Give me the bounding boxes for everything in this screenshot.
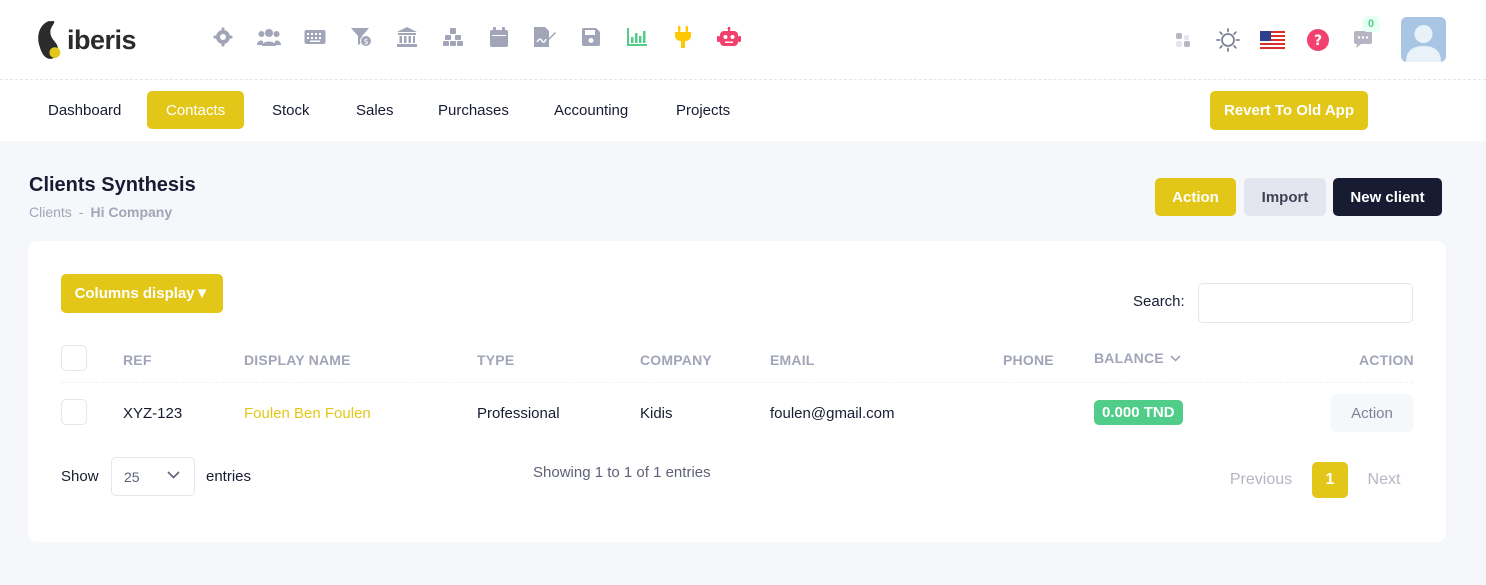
- save-icon: [582, 28, 600, 46]
- page-title: Clients Synthesis: [29, 174, 196, 196]
- brand-name: iberis: [66, 24, 137, 55]
- column-header-balance[interactable]: BALANCE: [1094, 350, 1181, 366]
- language-selector[interactable]: [1250, 16, 1295, 64]
- integrations-tool[interactable]: [660, 22, 706, 52]
- iberis-logo-icon: [38, 21, 61, 59]
- cell-ref: XYZ-123: [123, 405, 183, 422]
- column-header-email[interactable]: EMAIL: [770, 352, 815, 368]
- apps-button[interactable]: [1160, 16, 1205, 64]
- chevron-down-icon: [167, 471, 180, 479]
- svg-text:?: ?: [1313, 33, 1321, 49]
- plug-icon: [675, 26, 691, 48]
- messages-button[interactable]: 0: [1340, 16, 1385, 64]
- row-checkbox[interactable]: [61, 399, 87, 425]
- svg-text:$: $: [363, 37, 368, 46]
- reports-tool[interactable]: [614, 22, 660, 52]
- contacts-tool[interactable]: [246, 22, 292, 52]
- file-signature-icon: [534, 27, 556, 47]
- page-length-value: 25: [124, 468, 140, 485]
- column-header-phone[interactable]: PHONE: [1003, 352, 1054, 368]
- pagination-page-1[interactable]: 1: [1312, 462, 1348, 498]
- breadcrumb-item-clients[interactable]: Clients: [29, 204, 72, 220]
- app-toolbar: $: [200, 22, 752, 52]
- documents-tool[interactable]: [522, 22, 568, 52]
- keyboard-icon: [304, 30, 326, 44]
- column-header-display-name[interactable]: DISPLAY NAME: [244, 352, 351, 368]
- chart-icon: [627, 28, 647, 46]
- sort-chevron-down-icon: [1170, 354, 1181, 362]
- table-info-text: Showing 1 to 1 of 1 entries: [533, 464, 711, 481]
- sun-icon: [1215, 28, 1240, 52]
- search-input[interactable]: [1198, 283, 1413, 323]
- header-divider: [61, 382, 1413, 383]
- keyboard-tool[interactable]: [292, 22, 338, 52]
- us-flag-icon: [1260, 31, 1285, 49]
- menu-item-sales[interactable]: Sales: [337, 91, 413, 129]
- finance-tool[interactable]: $: [338, 22, 384, 52]
- breadcrumb-item-company: Hi Company: [90, 204, 173, 220]
- show-label: Show: [61, 468, 99, 485]
- user-silhouette-icon: [1401, 17, 1446, 62]
- balance-header-label: BALANCE: [1094, 350, 1164, 366]
- save-tool[interactable]: [568, 22, 614, 52]
- chat-icon: [1353, 31, 1372, 48]
- menu-item-accounting[interactable]: Accounting: [535, 91, 647, 129]
- bank-icon: [397, 27, 417, 47]
- cell-balance-badge: 0.000 TND: [1094, 400, 1183, 425]
- top-header: iberis $ ? 0: [0, 0, 1486, 80]
- brand-logo[interactable]: iberis: [36, 16, 137, 64]
- apps-grid-icon: [1175, 33, 1190, 47]
- boxes-icon: [443, 28, 463, 46]
- stock-tool[interactable]: [430, 22, 476, 52]
- cell-company: Kidis: [640, 405, 673, 422]
- cell-type: Professional: [477, 405, 560, 422]
- page-length-select[interactable]: 25: [111, 457, 195, 496]
- search-label: Search:: [1133, 293, 1185, 310]
- column-header-action: ACTION: [1359, 352, 1414, 368]
- header-actions: ? 0: [1160, 16, 1385, 64]
- page-action-button[interactable]: Action: [1155, 178, 1236, 216]
- settings-tool[interactable]: [200, 22, 246, 52]
- cell-display-name-link[interactable]: Foulen Ben Foulen: [244, 405, 371, 422]
- row-action-button[interactable]: Action: [1331, 394, 1413, 432]
- entries-label: entries: [206, 468, 252, 485]
- column-header-ref[interactable]: REF: [123, 352, 152, 368]
- cell-email: foulen@gmail.com: [770, 405, 895, 422]
- column-header-company[interactable]: COMPANY: [640, 352, 712, 368]
- help-button[interactable]: ?: [1295, 16, 1340, 64]
- pagination-next[interactable]: Next: [1358, 462, 1410, 498]
- revert-to-old-app-button[interactable]: Revert To Old App: [1210, 91, 1368, 130]
- columns-display-button[interactable]: Columns display▼: [61, 274, 223, 313]
- select-all-checkbox[interactable]: [61, 345, 87, 371]
- filter-dollar-icon: $: [351, 28, 372, 47]
- notification-count-badge: 0: [1362, 16, 1380, 32]
- breadcrumb-separator: -: [78, 204, 84, 220]
- menu-item-purchases[interactable]: Purchases: [419, 91, 528, 129]
- gear-icon: [213, 27, 233, 47]
- breadcrumb: Clients - Hi Company: [29, 204, 172, 220]
- user-avatar[interactable]: [1401, 17, 1446, 62]
- calendar-icon: [490, 27, 508, 47]
- robot-icon: [717, 27, 741, 46]
- users-icon: [257, 29, 281, 46]
- main-menu: Dashboard Contacts Stock Sales Purchases…: [0, 80, 1486, 141]
- menu-item-dashboard[interactable]: Dashboard: [29, 91, 140, 129]
- pagination-previous[interactable]: Previous: [1220, 462, 1302, 498]
- new-client-button[interactable]: New client: [1333, 178, 1442, 216]
- assistant-tool[interactable]: [706, 22, 752, 52]
- import-button[interactable]: Import: [1244, 178, 1326, 216]
- clients-table-card: Columns display▼ Search: REF DISPLAY NAM…: [28, 241, 1446, 542]
- menu-item-contacts[interactable]: Contacts: [147, 91, 245, 129]
- theme-toggle[interactable]: [1205, 16, 1250, 64]
- calendar-tool[interactable]: [476, 22, 522, 52]
- column-header-type[interactable]: TYPE: [477, 352, 514, 368]
- bank-tool[interactable]: [384, 22, 430, 52]
- question-icon: ?: [1306, 29, 1329, 51]
- menu-item-projects[interactable]: Projects: [657, 91, 749, 129]
- menu-item-stock[interactable]: Stock: [253, 91, 329, 129]
